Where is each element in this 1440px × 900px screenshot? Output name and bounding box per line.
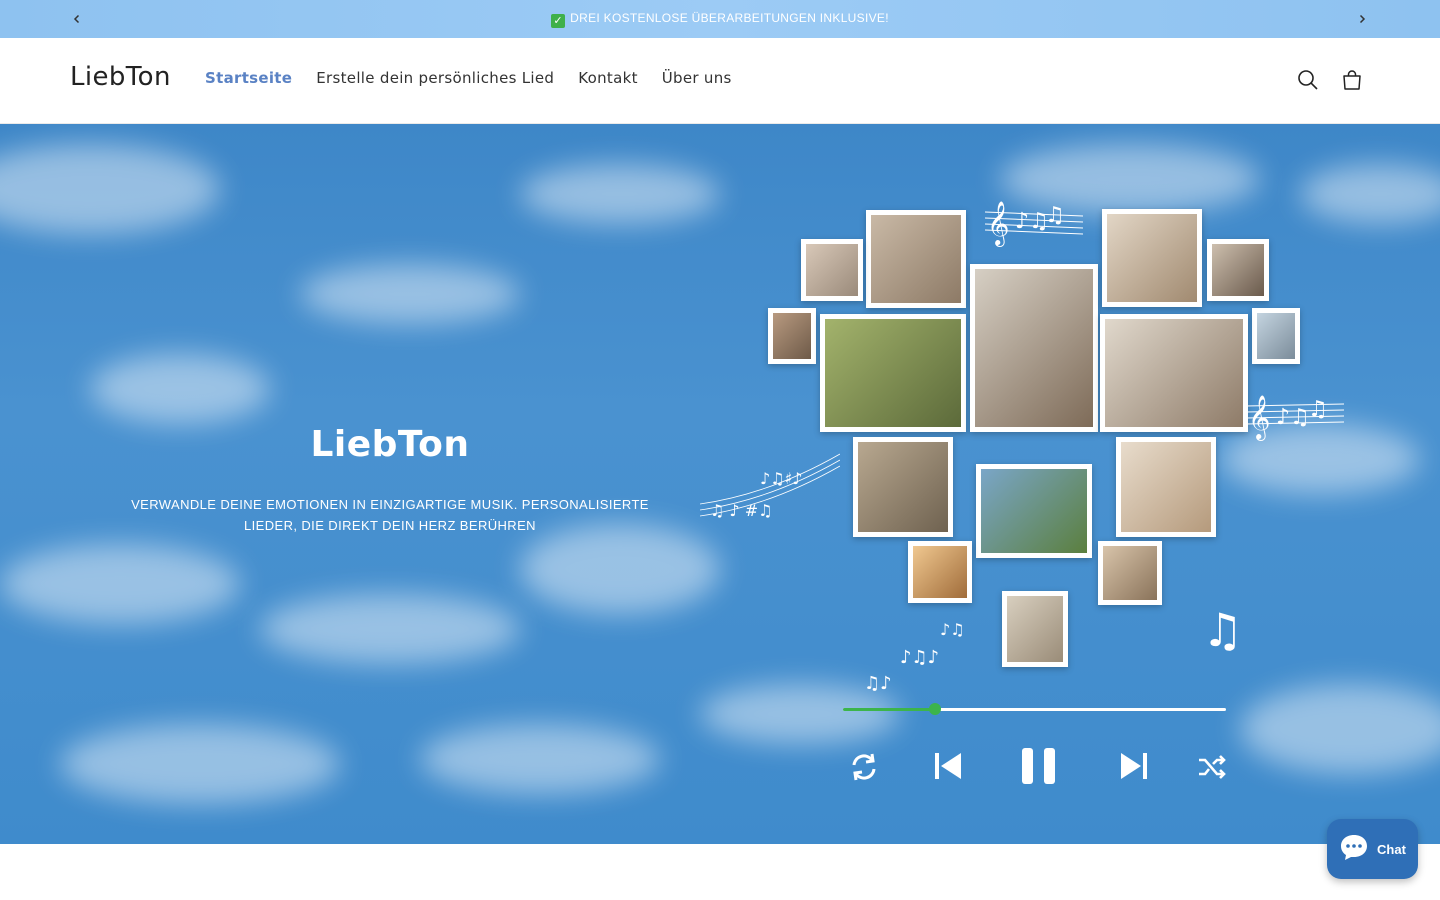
chevron-left-icon[interactable] bbox=[67, 9, 87, 29]
player-progress-knob[interactable] bbox=[928, 703, 941, 715]
svg-text:♫: ♫ bbox=[1202, 603, 1243, 652]
hero-title: LiebTon bbox=[310, 424, 470, 465]
cart-icon[interactable] bbox=[1340, 68, 1364, 92]
nav-item-ueber-uns[interactable]: Über uns bbox=[662, 69, 732, 87]
announcement-text: ✓ DREI KOSTENLOSE ÜBERARBEITUNGEN INKLUSI… bbox=[551, 11, 889, 28]
player-progress-fill bbox=[843, 708, 935, 711]
svg-text:♫: ♫ bbox=[1045, 203, 1065, 228]
svg-text:♫ ♪ #♫: ♫ ♪ #♫ bbox=[710, 501, 772, 520]
hero-subtitle: VERWANDLE DEINE EMOTIONEN IN EINZIGARTIG… bbox=[131, 497, 649, 533]
music-notes-icon: 𝄞 ♪♫ ♫ bbox=[985, 201, 1084, 247]
svg-text:♪♫: ♪♫ bbox=[1015, 209, 1049, 234]
music-notes-icon: 𝄞 ♪♫ ♫ bbox=[1246, 395, 1345, 441]
svg-text:♪♫♪: ♪♫♪ bbox=[900, 647, 939, 668]
music-notes-icon: ♫ ♪ #♫ ♪♫♯♪ bbox=[700, 453, 840, 520]
svg-text:♪♫: ♪♫ bbox=[940, 620, 965, 639]
player-progress-bar[interactable] bbox=[843, 703, 1226, 715]
repeat-icon[interactable] bbox=[848, 751, 880, 787]
svg-text:♪♫: ♪♫ bbox=[1276, 405, 1310, 430]
chat-button[interactable]: Chat bbox=[1327, 819, 1418, 879]
next-icon[interactable] bbox=[1118, 749, 1150, 787]
chat-bubble-icon bbox=[1339, 833, 1369, 865]
music-notes-icon: ♫♪ ♪♫♪ ♪♫ bbox=[864, 620, 965, 694]
hero-banner: LiebTon VERWANDLE DEINE EMOTIONEN IN EIN… bbox=[0, 124, 1440, 844]
site-logo[interactable]: LiebTon bbox=[70, 62, 171, 92]
shuffle-icon[interactable] bbox=[1197, 752, 1227, 786]
chevron-right-icon[interactable] bbox=[1352, 9, 1372, 29]
nav-item-startseite[interactable]: Startseite bbox=[205, 69, 292, 87]
pause-icon[interactable] bbox=[1020, 746, 1058, 790]
svg-text:♫♪: ♫♪ bbox=[864, 673, 892, 694]
nav-item-create-song[interactable]: Erstelle dein persönliches Lied bbox=[316, 69, 554, 87]
announcement-bar: ✓ DREI KOSTENLOSE ÜBERARBEITUNGEN INKLUSI… bbox=[0, 0, 1440, 38]
svg-text:♪♫♯♪: ♪♫♯♪ bbox=[760, 469, 803, 488]
svg-text:𝄞: 𝄞 bbox=[1248, 395, 1270, 441]
nav-item-kontakt[interactable]: Kontakt bbox=[578, 69, 638, 87]
chat-label: Chat bbox=[1377, 841, 1406, 857]
check-box-icon: ✓ bbox=[551, 13, 566, 28]
music-note-icon: ♫ bbox=[1202, 603, 1243, 652]
svg-text:𝄞: 𝄞 bbox=[987, 201, 1009, 247]
search-icon[interactable] bbox=[1296, 68, 1320, 92]
main-nav: Startseite Erstelle dein persönliches Li… bbox=[205, 69, 756, 87]
svg-text:♫: ♫ bbox=[1308, 397, 1328, 422]
previous-icon[interactable] bbox=[932, 749, 964, 787]
site-header: LiebTon Startseite Erstelle dein persönl… bbox=[0, 38, 1440, 124]
